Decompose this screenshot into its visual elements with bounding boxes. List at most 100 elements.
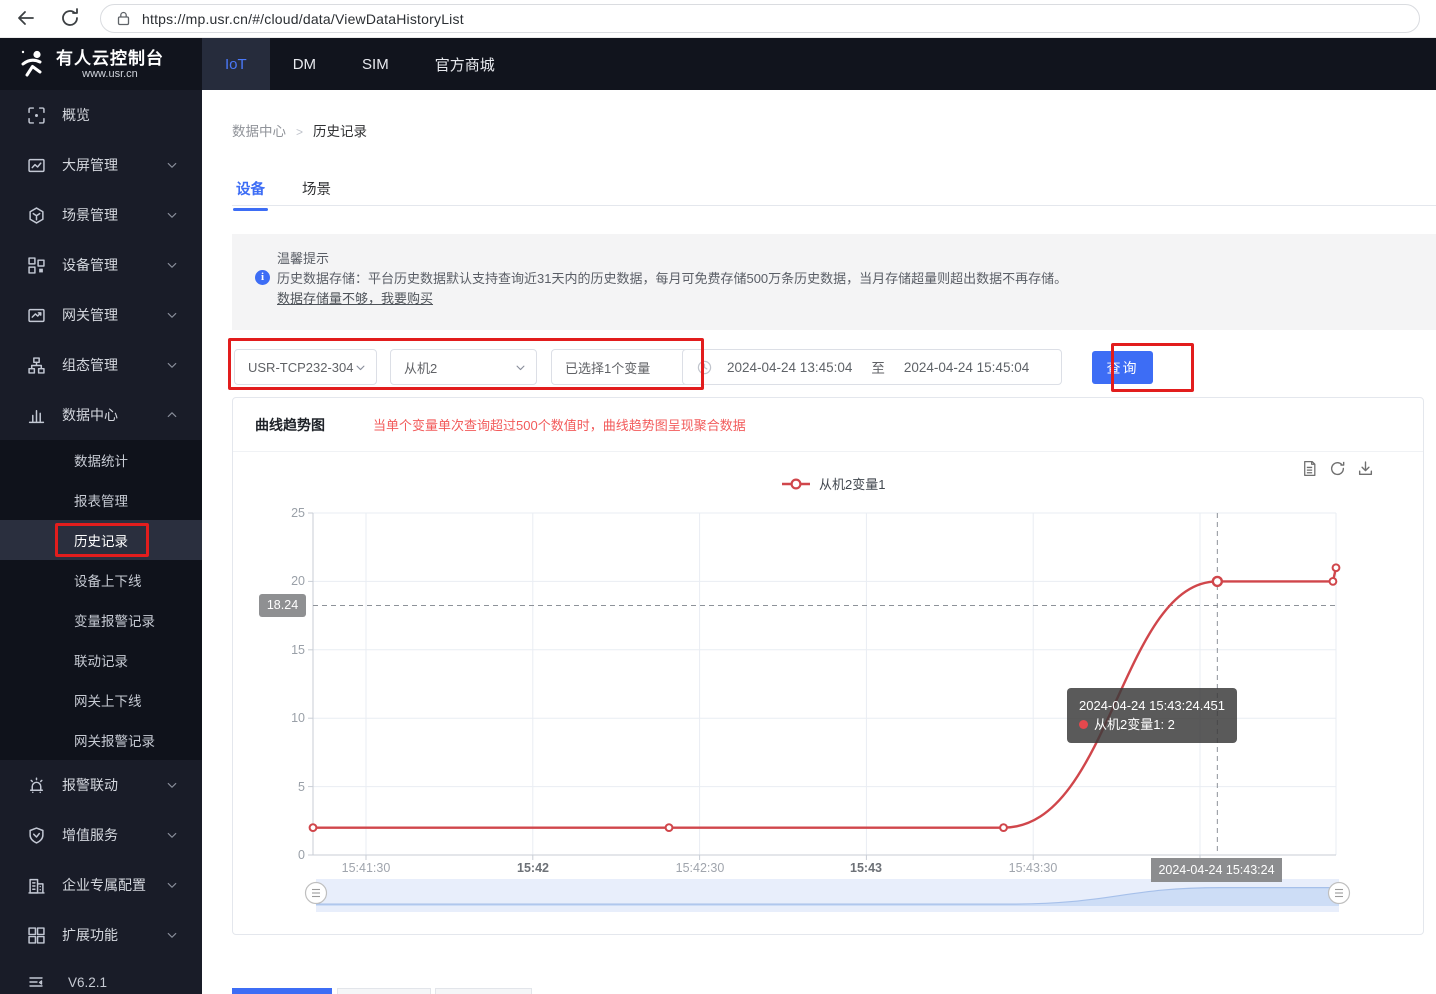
sidebar-item-enterprise-config[interactable]: 企业专属配置 — [0, 860, 202, 910]
sidebar-item-extensions[interactable]: 扩展功能 — [0, 910, 202, 960]
chart-area: 从机2变量1 25 20 15 10 5 0 15:41:30 15:42 15… — [233, 452, 1423, 935]
data-center-submenu: 数据统计 报表管理 历史记录 设备上下线 变量报警记录 联动记录 网关上下线 网… — [0, 440, 202, 760]
sidebar-item-config-mgmt[interactable]: 组态管理 — [0, 340, 202, 390]
sidebar-item-report-mgmt[interactable]: 报表管理 — [0, 480, 202, 520]
sidebar-item-overview[interactable]: 概览 — [0, 90, 202, 140]
query-button[interactable]: 查询 — [1092, 351, 1153, 384]
topnav-tab-sim[interactable]: SIM — [339, 38, 412, 90]
chevron-down-icon — [167, 932, 177, 938]
browser-toolbar: https://mp.usr.cn/#/cloud/data/ViewDataH… — [0, 0, 1436, 38]
overview-icon — [28, 106, 45, 124]
tabs-divider — [232, 205, 1436, 206]
address-bar[interactable]: https://mp.usr.cn/#/cloud/data/ViewDataH… — [100, 4, 1420, 33]
chart-aggregation-warning: 当单个变量单次查询超过500个数值时，曲线趋势图呈现聚合数据 — [373, 418, 746, 433]
sidebar-item-data-statistics[interactable]: 数据统计 — [0, 440, 202, 480]
chart-card-header: 曲线趋势图 当单个变量单次查询超过500个数值时，曲线趋势图呈现聚合数据 — [233, 398, 1423, 452]
slave-select[interactable]: 从机2 — [390, 349, 537, 385]
gateway-chart-icon — [28, 308, 45, 322]
sidebar-item-label: 大屏管理 — [62, 157, 118, 173]
sidebar-item-label: 网关管理 — [62, 307, 118, 323]
date-range-picker[interactable]: 2024-04-24 13:45:04 至 2024-04-24 15:45:0… — [682, 349, 1062, 385]
sidebar-item-history-records[interactable]: 历史记录 — [0, 520, 202, 560]
sidebar-item-alarm-linkage[interactable]: 报警联动 — [0, 760, 202, 810]
sidebar: 概览 大屏管理 场景管理 设备管理 网关管理 组态管理 数据中心 数据统计 报表… — [0, 90, 202, 994]
sidebar-item-label: 增值服务 — [62, 827, 118, 843]
hexagon-scene-icon — [29, 206, 44, 224]
breadcrumb-parent[interactable]: 数据中心 — [232, 124, 286, 139]
topnav-tab-dm[interactable]: DM — [270, 38, 339, 90]
buy-storage-link[interactable]: 数据存储量不够，我要购买 — [277, 291, 433, 306]
collapse-menu-icon[interactable] — [28, 974, 44, 990]
bottom-active-button-partial[interactable] — [232, 988, 332, 994]
chevron-down-icon — [167, 882, 177, 888]
sidebar-item-label: 变量报警记录 — [74, 614, 155, 629]
browser-back-icon[interactable] — [14, 6, 38, 30]
notice-body: 历史数据存储：平台历史数据默认支持查询近31天内的历史数据，每月可免费存储500… — [277, 271, 1068, 286]
y-tick-label: 20 — [291, 574, 305, 588]
sidebar-item-label: 历史记录 — [74, 534, 128, 549]
chart-title: 曲线趋势图 — [255, 416, 325, 433]
legend-line-marker-icon — [782, 477, 810, 490]
y-tick-label: 5 — [298, 780, 305, 794]
series-dot-icon — [1079, 720, 1088, 729]
topnav-tab-iot[interactable]: IoT — [202, 38, 270, 90]
sidebar-item-label: 报表管理 — [74, 494, 128, 509]
url-text: https://mp.usr.cn/#/cloud/data/ViewDataH… — [142, 10, 464, 27]
sidebar-item-label: 设备管理 — [62, 257, 118, 273]
browser-refresh-icon[interactable] — [58, 6, 82, 30]
notice-title: 温馨提示 — [277, 251, 330, 266]
breadcrumb-current: 历史记录 — [313, 124, 368, 139]
sidebar-item-label: 企业专属配置 — [62, 877, 146, 893]
data-view-icon[interactable] — [1301, 460, 1318, 477]
breadcrumb: 数据中心 > 历史记录 — [232, 120, 367, 140]
device-select[interactable]: USR-TCP232-304 — [234, 349, 377, 385]
topnav-tab-mall[interactable]: 官方商城 — [412, 38, 518, 90]
chevron-down-icon — [167, 162, 177, 168]
lock-icon — [117, 11, 130, 26]
tab-scene[interactable]: 场景 — [302, 178, 331, 199]
bottom-button-partial[interactable] — [337, 988, 431, 994]
sidebar-item-label: 网关报警记录 — [74, 734, 155, 749]
sidebar-item-device-mgmt[interactable]: 设备管理 — [0, 240, 202, 290]
breadcrumb-separator: > — [296, 125, 304, 139]
chevron-down-icon — [167, 782, 177, 788]
y-tick-label: 10 — [291, 711, 305, 725]
sidebar-item-linkage-records[interactable]: 联动记录 — [0, 640, 202, 680]
chart-legend[interactable]: 从机2变量1 — [781, 474, 885, 493]
chevron-down-icon — [167, 212, 177, 218]
four-squares-icon — [28, 926, 45, 944]
refresh-icon[interactable] — [1329, 460, 1346, 477]
download-icon[interactable] — [1357, 460, 1374, 477]
sidebar-item-label: 扩展功能 — [62, 927, 118, 943]
notice-banner: i 温馨提示 历史数据存储：平台历史数据默认支持查询近31天内的历史数据，每月可… — [232, 234, 1436, 330]
sidebar-item-scene-mgmt[interactable]: 场景管理 — [0, 190, 202, 240]
chevron-up-icon — [167, 412, 177, 418]
sidebar-item-label: 报警联动 — [62, 777, 118, 793]
sidebar-item-data-center[interactable]: 数据中心 — [0, 390, 202, 440]
variable-select[interactable]: 已选择1个变量 — [551, 349, 699, 385]
building-icon — [28, 878, 45, 894]
usr-person-logo-icon — [21, 50, 42, 77]
screen-chart-icon — [28, 158, 45, 172]
sidebar-item-gateway-alarm-records[interactable]: 网关报警记录 — [0, 720, 202, 760]
usr-logo[interactable]: 有人云控制台 www.usr.cn — [0, 48, 202, 80]
x-tick-label: 15:41:30 — [341, 861, 391, 875]
tab-device[interactable]: 设备 — [233, 178, 268, 211]
sidebar-item-gateway-mgmt[interactable]: 网关管理 — [0, 290, 202, 340]
x-tick-label: 15:42 — [517, 861, 549, 875]
date-end-value: 2024-04-24 15:45:04 — [903, 359, 1030, 375]
sidebar-item-gateway-online-offline[interactable]: 网关上下线 — [0, 680, 202, 720]
slave-select-value: 从机2 — [404, 360, 438, 376]
alarm-siren-icon — [29, 777, 44, 793]
sidebar-item-value-added-services[interactable]: 增值服务 — [0, 810, 202, 860]
sidebar-item-variable-alarm-records[interactable]: 变量报警记录 — [0, 600, 202, 640]
bar-chart-icon — [28, 409, 45, 423]
org-tree-icon — [28, 356, 45, 374]
bottom-button-partial[interactable] — [435, 988, 532, 994]
main-content: 数据中心 > 历史记录 设备 场景 i 温馨提示 历史数据存储：平台历史数据默认支持… — [202, 90, 1436, 994]
sidebar-item-device-online-offline[interactable]: 设备上下线 — [0, 560, 202, 600]
sidebar-item-screen-mgmt[interactable]: 大屏管理 — [0, 140, 202, 190]
sidebar-item-label: 联动记录 — [74, 654, 128, 669]
variable-select-value: 已选择1个变量 — [565, 360, 651, 376]
x-tick-label: 15:43:30 — [1008, 861, 1058, 875]
